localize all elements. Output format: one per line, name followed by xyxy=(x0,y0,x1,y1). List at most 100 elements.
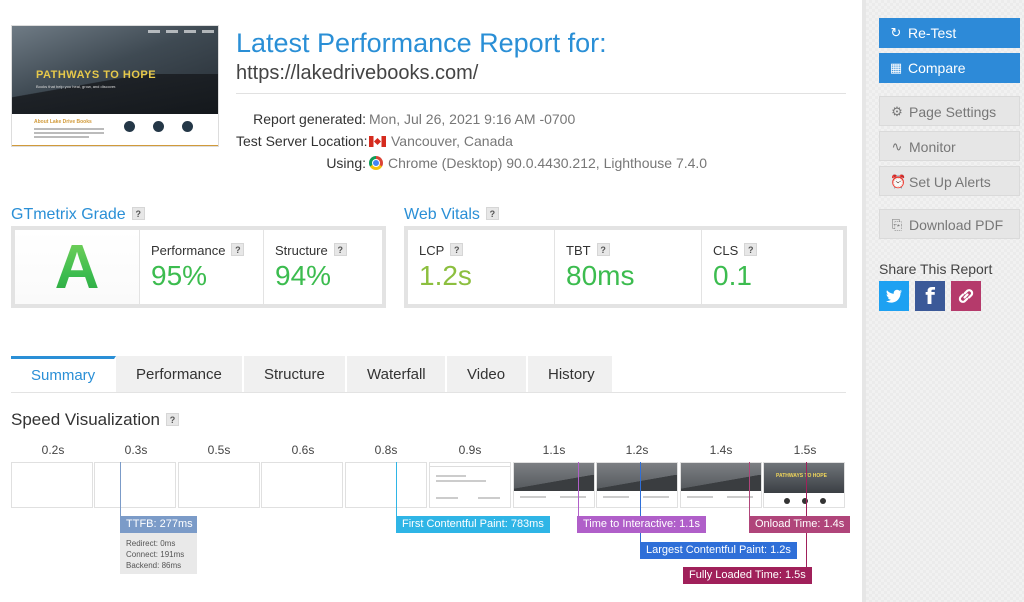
web-vitals-heading: Web Vitals? xyxy=(404,206,499,224)
filmstrip-frame[interactable]: PATHWAYS TO HOPE xyxy=(763,462,845,508)
compare-icon: ▦ xyxy=(889,60,903,75)
refresh-icon: ↻ xyxy=(890,25,902,40)
page-title: Latest Performance Report for: xyxy=(236,28,607,58)
fully-loaded-marker: Fully Loaded Time: 1.5s xyxy=(683,567,812,584)
performance-label: Performance xyxy=(151,243,226,258)
link-icon xyxy=(958,289,974,303)
speed-visualization-title: Speed Visualization xyxy=(11,410,161,429)
help-icon[interactable]: ? xyxy=(450,243,464,256)
gtmetrix-grade-heading-text: GTmetrix Grade xyxy=(11,206,126,223)
help-icon[interactable]: ? xyxy=(596,243,610,256)
timeline-tick: 1.1s xyxy=(542,443,566,457)
thumbnail-about-title: About Lake Drive Books xyxy=(34,119,92,125)
twitter-icon xyxy=(886,289,902,303)
thumbnail-circle-icon xyxy=(153,121,164,132)
canada-flag-icon xyxy=(369,136,386,147)
lcp-marker: Largest Contentful Paint: 1.2s xyxy=(640,542,797,559)
filmstrip-frame[interactable] xyxy=(513,462,595,508)
frame-header xyxy=(430,463,510,467)
monitor-button[interactable]: ∿ Monitor xyxy=(879,131,1020,161)
tti-marker: Time to Interactive: 1.1s xyxy=(577,516,706,533)
thumbnail-hero-title: PATHWAYS TO HOPE xyxy=(36,69,157,81)
timeline-tick: 1.4s xyxy=(709,443,733,457)
frame-text-line xyxy=(687,496,713,498)
web-vitals-heading-text: Web Vitals xyxy=(404,206,480,223)
page-settings-button[interactable]: ⚙ Page Settings xyxy=(879,96,1020,126)
frame-text-line xyxy=(603,496,629,498)
twitter-share-button[interactable] xyxy=(879,281,909,311)
meta-label: Report generated: xyxy=(253,111,366,127)
set-up-alerts-button[interactable]: ⏰ Set Up Alerts xyxy=(879,166,1020,196)
thumbnail-lower: About Lake Drive Books xyxy=(12,114,218,146)
frame-circle-icon xyxy=(820,498,826,504)
tab-waterfall[interactable]: Waterfall xyxy=(347,356,447,393)
help-icon[interactable]: ? xyxy=(131,207,145,220)
web-vitals-box: LCP? 1.2s TBT? 80ms CLS? 0.1 xyxy=(404,226,847,308)
fcp-marker: First Contentful Paint: 783ms xyxy=(396,516,550,533)
frame-text-line xyxy=(436,497,458,499)
tbt-label-wrap: TBT? xyxy=(566,243,610,258)
timeline-tick: 0.6s xyxy=(291,443,315,457)
grade-letter: A xyxy=(15,230,139,304)
facebook-share-button[interactable]: f xyxy=(915,281,945,311)
frame-text-line xyxy=(520,496,546,498)
chrome-icon xyxy=(369,156,383,170)
tab-history[interactable]: History xyxy=(528,356,614,393)
copy-link-button[interactable] xyxy=(951,281,981,311)
filmstrip-frame[interactable] xyxy=(94,462,176,508)
performance-label-wrap: Performance? xyxy=(151,243,245,258)
timeline-tick: 0.3s xyxy=(124,443,148,457)
meta-value: Chrome (Desktop) 90.0.4430.212, Lighthou… xyxy=(388,155,708,171)
timeline-tick: 0.5s xyxy=(207,443,231,457)
lcp-value: 1.2s xyxy=(419,260,472,291)
compare-button[interactable]: ▦ Compare xyxy=(879,53,1020,83)
download-pdf-label: Download PDF xyxy=(909,217,1004,233)
thumbnail-circle-icon xyxy=(182,121,193,132)
help-icon[interactable]: ? xyxy=(333,243,347,256)
filmstrip-frame[interactable] xyxy=(178,462,260,508)
onload-marker: Onload Time: 1.4s xyxy=(749,516,851,533)
tab-summary[interactable]: Summary xyxy=(11,356,116,393)
filmstrip-frame[interactable] xyxy=(596,462,678,508)
cls-label-wrap: CLS? xyxy=(713,243,758,258)
thumbnail-text-line xyxy=(34,132,104,134)
download-pdf-button[interactable]: ⎘ Download PDF xyxy=(879,209,1020,239)
ttfb-line xyxy=(120,462,121,518)
performance-value: 95% xyxy=(151,260,208,291)
tti-line xyxy=(578,462,579,518)
report-tabs: Summary Performance Structure Waterfall … xyxy=(11,356,614,393)
help-icon[interactable]: ? xyxy=(744,243,758,256)
cls-label: CLS xyxy=(713,243,739,258)
filmstrip-frame[interactable] xyxy=(11,462,93,508)
page-screenshot-thumbnail[interactable]: PATHWAYS TO HOPE Books that help you hea… xyxy=(11,25,219,147)
help-icon[interactable]: ? xyxy=(485,207,499,220)
tab-performance[interactable]: Performance xyxy=(116,356,244,393)
help-icon[interactable]: ? xyxy=(166,413,180,426)
performance-cell: Performance? 95% xyxy=(140,230,264,304)
filmstrip-frame[interactable] xyxy=(261,462,343,508)
tab-video[interactable]: Video xyxy=(447,356,528,393)
filmstrip-frame[interactable] xyxy=(429,462,511,508)
frame-text-line xyxy=(560,496,586,498)
frame-circle-icon xyxy=(784,498,790,504)
meta-label: Using: xyxy=(326,155,366,171)
grade-letter-text: A xyxy=(54,232,100,302)
thumbnail-nav xyxy=(16,30,214,36)
meta-value: Mon, Jul 26, 2021 9:16 AM -0700 xyxy=(369,111,576,127)
onload-line xyxy=(749,462,750,518)
tab-structure[interactable]: Structure xyxy=(244,356,347,393)
fcp-line xyxy=(396,462,397,518)
help-icon[interactable]: ? xyxy=(231,243,245,256)
lcp-cell: LCP? 1.2s xyxy=(408,230,555,304)
structure-label-wrap: Structure? xyxy=(275,243,347,258)
retest-button[interactable]: ↻ Re-Test xyxy=(879,18,1020,48)
report-url[interactable]: https://lakedrivebooks.com/ xyxy=(236,62,478,85)
frame-text-line xyxy=(436,475,466,477)
gtmetrix-grade-heading: GTmetrix Grade? xyxy=(11,206,145,224)
grade-cell: A xyxy=(15,230,140,304)
frame-mountain xyxy=(514,475,594,491)
meta-value: Vancouver, Canada xyxy=(391,133,513,149)
filmstrip-frame[interactable] xyxy=(345,462,427,508)
frame-text-line xyxy=(643,496,669,498)
ttfb-label: TTFB: 277ms xyxy=(120,516,197,533)
